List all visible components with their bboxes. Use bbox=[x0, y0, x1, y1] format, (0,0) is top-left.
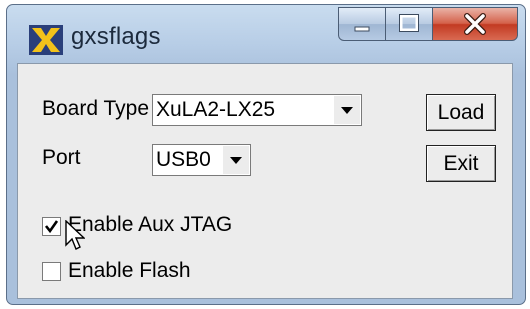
board-type-label: Board Type bbox=[42, 97, 150, 120]
checkmark-icon bbox=[44, 220, 59, 234]
minimize-button[interactable] bbox=[338, 7, 386, 41]
xsflags-x-icon bbox=[29, 25, 63, 55]
enable-aux-jtag-checkbox[interactable] bbox=[42, 217, 61, 236]
dialog-client-area: Board Type XuLA2-LX25 Port USB0 Load Exi… bbox=[17, 63, 513, 299]
maximize-button[interactable] bbox=[385, 7, 433, 41]
board-type-value: XuLA2-LX25 bbox=[156, 98, 276, 121]
mouse-cursor-icon bbox=[65, 220, 85, 250]
minimize-icon bbox=[354, 26, 370, 32]
chevron-down-icon[interactable] bbox=[334, 96, 360, 124]
enable-flash-label: Enable Flash bbox=[68, 259, 191, 282]
board-type-select[interactable]: XuLA2-LX25 bbox=[152, 94, 362, 126]
window-title: gxsflags bbox=[71, 23, 161, 50]
port-value: USB0 bbox=[156, 148, 211, 171]
load-button[interactable]: Load bbox=[426, 94, 496, 131]
maximize-icon bbox=[399, 14, 419, 32]
close-button[interactable] bbox=[432, 7, 518, 41]
exit-button[interactable]: Exit bbox=[426, 145, 496, 182]
port-select[interactable]: USB0 bbox=[152, 144, 251, 176]
enable-aux-jtag-label: Enable Aux JTAG bbox=[68, 213, 233, 236]
enable-flash-checkbox[interactable] bbox=[42, 262, 61, 281]
window-controls bbox=[338, 7, 520, 43]
port-label: Port bbox=[42, 146, 81, 169]
gxsflags-window: gxsflags Board Type XuLA2-LX25 Port USB0… bbox=[6, 4, 526, 305]
close-icon bbox=[464, 13, 486, 35]
chevron-down-icon[interactable] bbox=[223, 146, 249, 174]
